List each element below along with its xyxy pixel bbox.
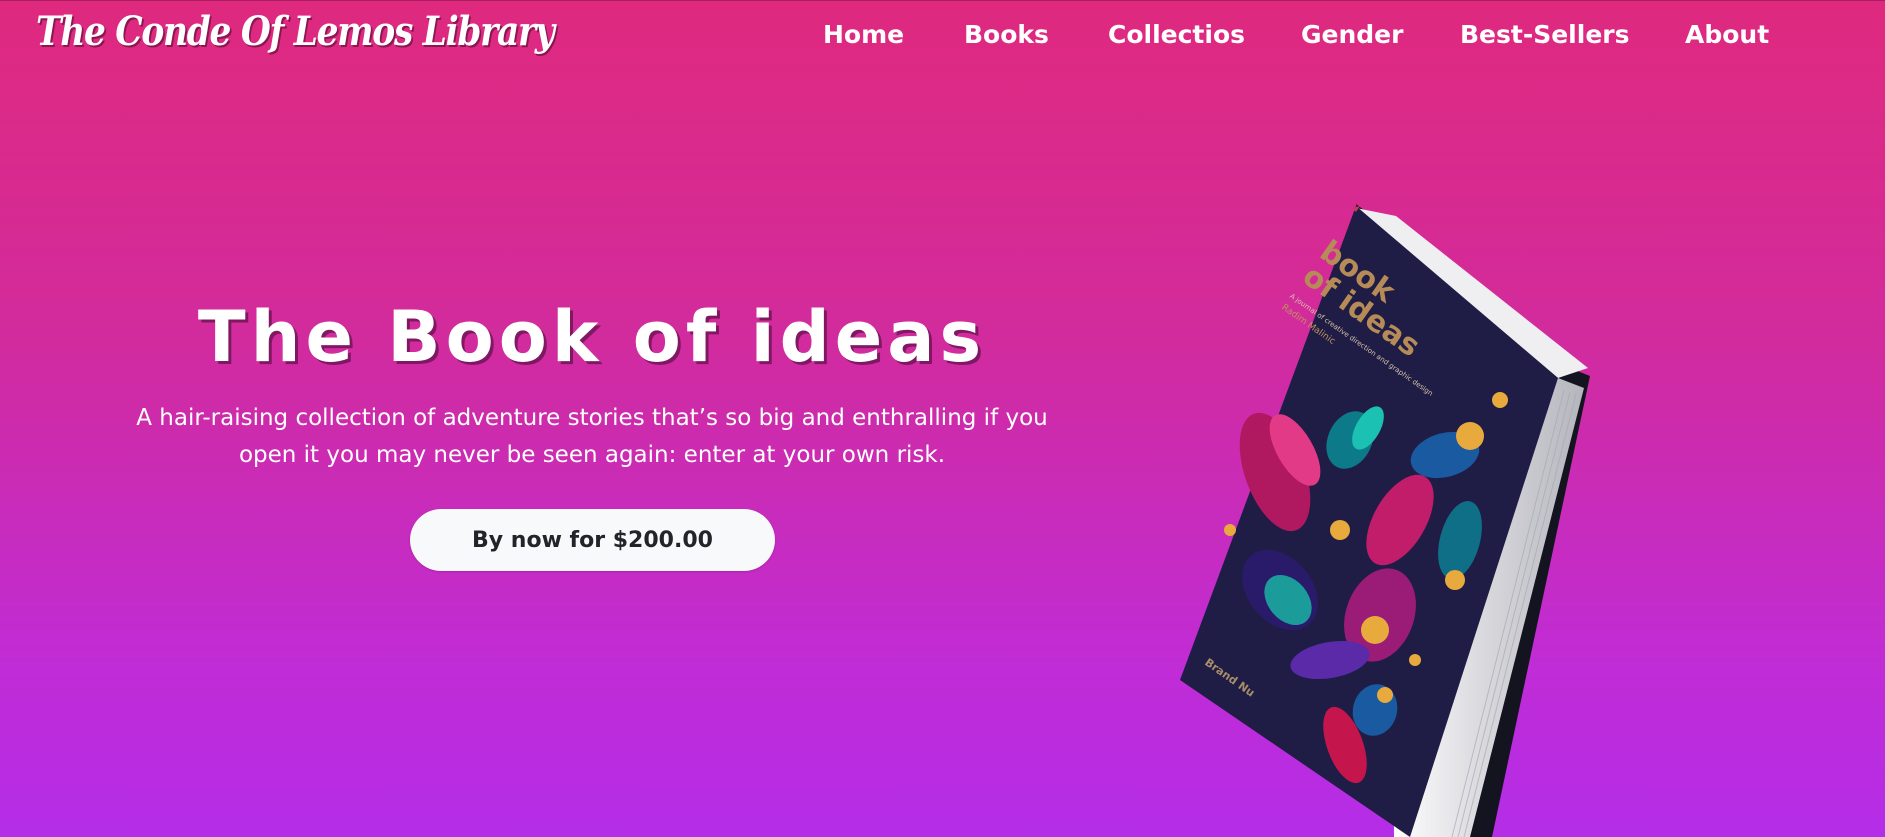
- nav-item-collections[interactable]: Collectios: [1108, 20, 1245, 49]
- nav-item-home[interactable]: Home: [823, 20, 904, 49]
- top-border: [0, 0, 1885, 1]
- buy-now-button[interactable]: By now for $200.00: [410, 509, 775, 571]
- main-nav: Home Books Collectios Gender Best-Seller…: [0, 20, 1885, 56]
- book-illustration: book of ideas A journal of creative dire…: [1180, 204, 1590, 837]
- hero-description: A hair-raising collection of adventure s…: [136, 405, 1048, 468]
- book-image: book of ideas A journal of creative dire…: [1170, 200, 1710, 837]
- hero-section: The Book of ideas A hair-raising collect…: [130, 292, 1054, 474]
- nav-item-about[interactable]: About: [1685, 20, 1769, 49]
- hero-title: The Book of ideas: [197, 296, 987, 378]
- nav-item-best-sellers[interactable]: Best-Sellers: [1460, 20, 1629, 49]
- nav-item-books[interactable]: Books: [964, 20, 1049, 49]
- nav-item-gender[interactable]: Gender: [1301, 20, 1403, 49]
